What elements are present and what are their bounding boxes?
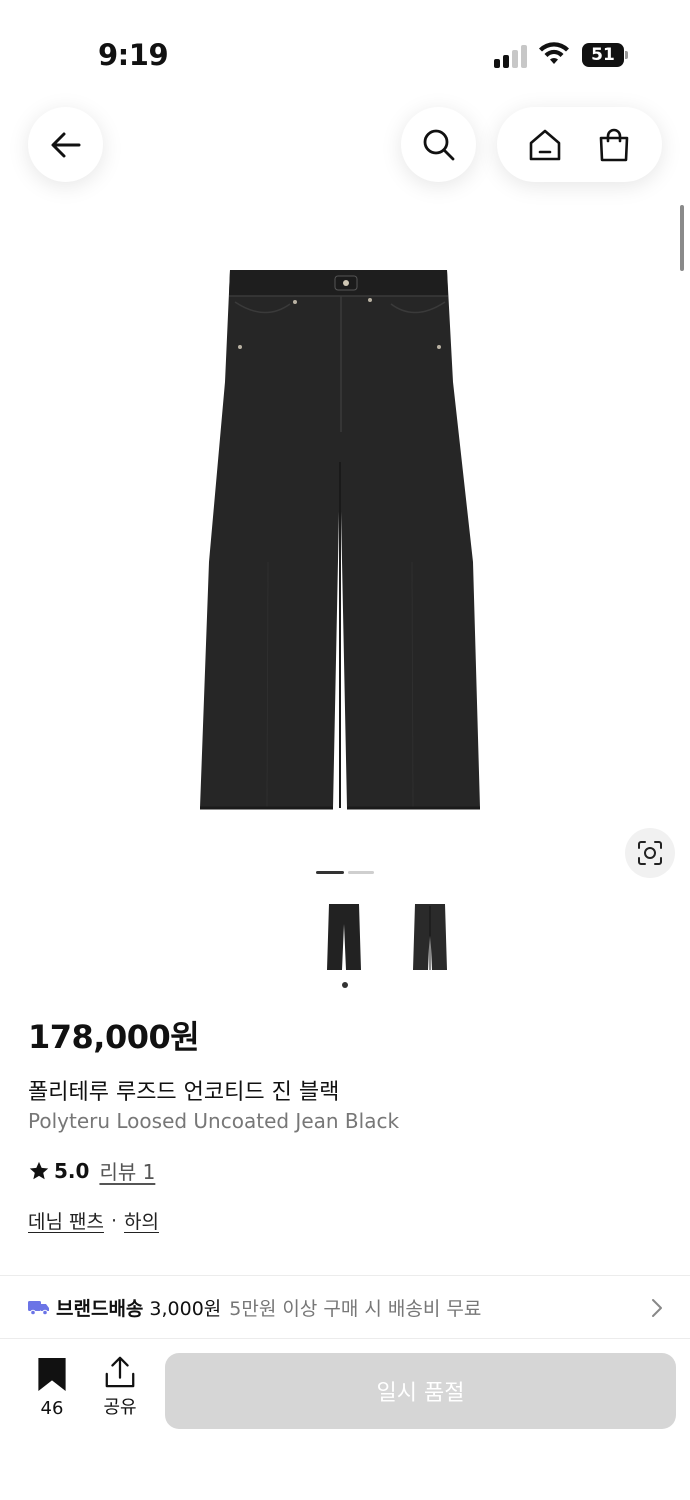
thumbnail-selected-dot — [342, 982, 348, 988]
lens-search-icon — [638, 841, 662, 865]
status-time: 9:19 — [98, 38, 169, 72]
shipping-fee: 3,000원 — [149, 1297, 222, 1320]
rating-row: 5.0 리뷰 1 — [28, 1156, 155, 1185]
search-icon — [423, 129, 454, 160]
cart-button[interactable] — [590, 121, 638, 169]
category-link[interactable]: 데님 팬츠 — [28, 1207, 104, 1234]
bottom-action-bar: 46 공유 일시 품절 — [0, 1338, 690, 1500]
bookmark-icon — [38, 1357, 66, 1392]
share-label: 공유 — [103, 1397, 137, 1418]
back-arrow-icon — [51, 132, 80, 157]
shipping-info-row[interactable]: 브랜드배송 3,000원 5만원 이상 구매 시 배송비 무료 — [0, 1276, 690, 1338]
bookmark-button[interactable]: 46 — [28, 1357, 76, 1419]
rating-value: 5.0 — [54, 1158, 90, 1183]
category-breadcrumb: 데님 팬츠 · 하의 — [28, 1207, 159, 1234]
scroll-indicator[interactable] — [680, 205, 684, 271]
share-icon — [105, 1356, 135, 1388]
category-parent-link[interactable]: 하의 — [124, 1207, 159, 1234]
battery-icon: 51 — [582, 43, 628, 67]
thumbnail-back[interactable] — [410, 900, 450, 972]
nav-action-group — [497, 107, 662, 182]
back-button[interactable] — [28, 107, 103, 182]
share-button[interactable]: 공유 — [96, 1355, 144, 1419]
shopping-bag-icon — [599, 128, 629, 161]
search-button[interactable] — [401, 107, 476, 182]
shipping-label: 브랜드배송 — [56, 1297, 144, 1320]
truck-icon — [28, 1301, 49, 1315]
bookmark-count: 46 — [40, 1398, 64, 1419]
gallery-page-indicator-active — [316, 871, 344, 874]
thumbnail-front[interactable] — [324, 900, 364, 972]
home-icon — [529, 129, 561, 160]
signal-icon — [494, 44, 528, 68]
product-price: 178,000원 — [28, 1018, 200, 1056]
home-button[interactable] — [521, 121, 569, 169]
product-name-en: Polyteru Loosed Uncoated Jean Black — [28, 1109, 400, 1133]
status-bar: 9:19 51 — [0, 0, 690, 110]
chevron-right-icon — [652, 1299, 662, 1317]
wifi-icon — [539, 42, 569, 64]
shipping-note: 5만원 이상 구매 시 배송비 무료 — [229, 1297, 482, 1320]
category-separator: · — [110, 1209, 118, 1232]
sold-out-button[interactable]: 일시 품절 — [165, 1353, 676, 1429]
product-image[interactable] — [195, 262, 485, 814]
review-link[interactable]: 리뷰 1 — [99, 1156, 155, 1185]
product-name-ko: 폴리테루 루즈드 언코티드 진 블랙 — [28, 1080, 340, 1105]
star-icon — [29, 1161, 49, 1179]
battery-level: 51 — [582, 43, 624, 67]
lens-search-button[interactable] — [625, 828, 675, 878]
gallery-page-indicator — [348, 871, 374, 874]
